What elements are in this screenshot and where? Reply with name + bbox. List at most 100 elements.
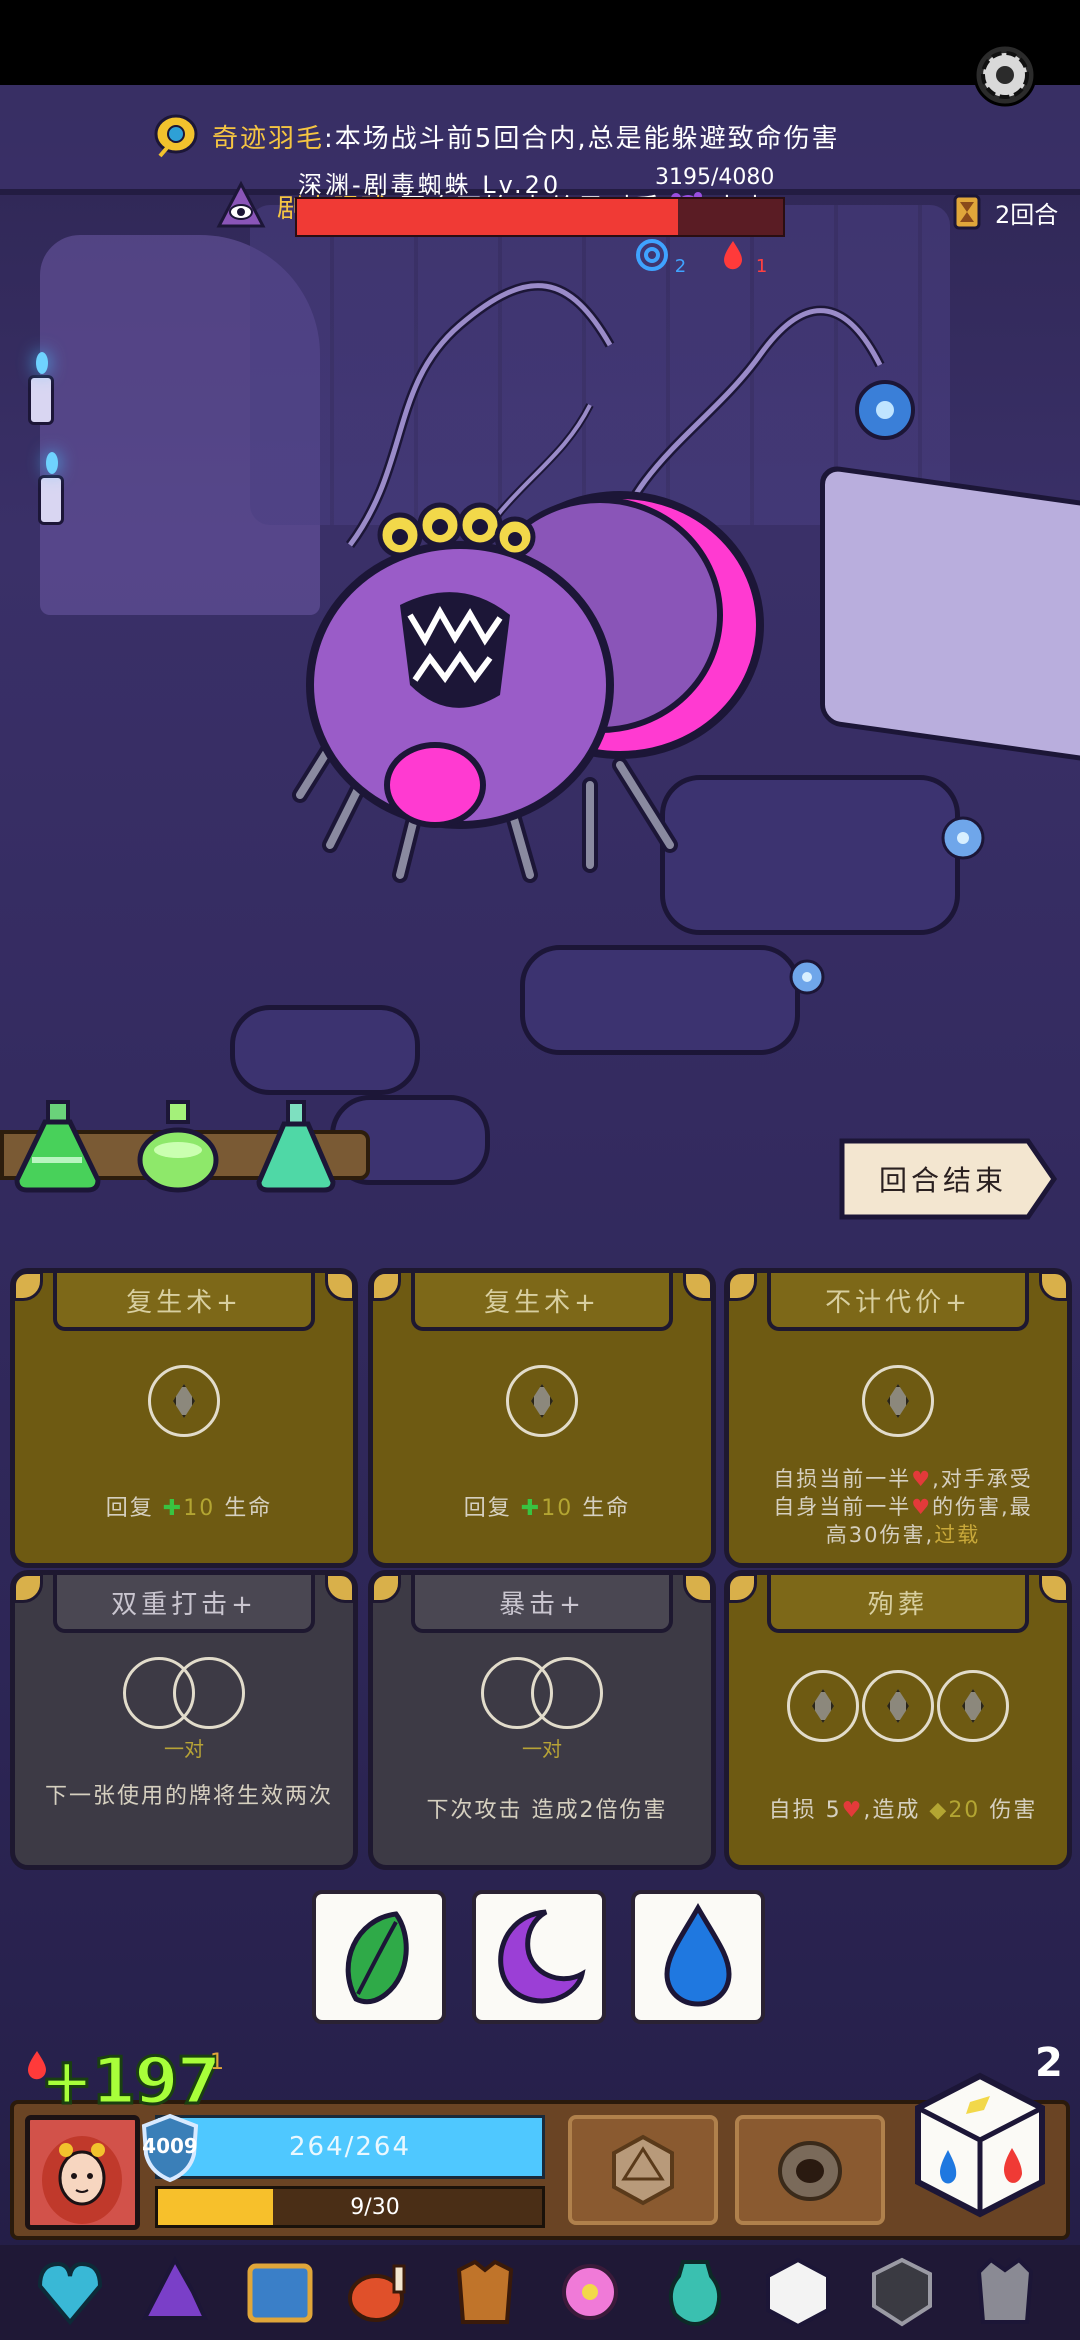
die-face-water[interactable] bbox=[631, 1890, 765, 2024]
heart-icon: ♥ bbox=[911, 1467, 933, 1491]
card-regardless-of-cost[interactable]: 不计代价+ 自损当前一半♥,对手承受 自身当前一半♥的伤害,最 高30伤害,过载 bbox=[724, 1268, 1072, 1568]
leather-armor-icon[interactable] bbox=[445, 2252, 525, 2332]
green-potion-icon[interactable] bbox=[10, 1100, 105, 1195]
card-title: 复生术+ bbox=[411, 1273, 673, 1331]
floor-stone bbox=[520, 945, 800, 1055]
dice-slot[interactable] bbox=[862, 1365, 934, 1437]
end-turn-label[interactable]: 回合结束 bbox=[838, 1135, 1048, 1223]
green-flask-icon[interactable] bbox=[130, 1100, 225, 1195]
green-leaf-icon bbox=[345, 1911, 409, 2005]
dice-slot[interactable] bbox=[173, 1657, 245, 1729]
dice-slot[interactable] bbox=[937, 1670, 1009, 1742]
card-title: 复生术+ bbox=[53, 1273, 315, 1331]
enemy-hp-bar bbox=[295, 197, 785, 237]
dice-slot[interactable] bbox=[531, 1657, 603, 1729]
diamond-icon bbox=[962, 1689, 984, 1723]
card-description: 自损 5♥,造成 ◆20 伤害 bbox=[768, 1798, 1038, 1823]
card-title: 暴击+ bbox=[411, 1575, 673, 1633]
clay-pot-icon bbox=[778, 2141, 842, 2201]
card-description: 回复 ✚10 生命 bbox=[463, 1496, 631, 1521]
equipment-slot-dice[interactable] bbox=[568, 2115, 718, 2225]
card-description: 下次攻击 造成2倍伤害 bbox=[426, 1798, 668, 1823]
player-status-effects[interactable] bbox=[20, 2048, 54, 2082]
pair-requirement: 一对 bbox=[164, 1737, 204, 1761]
buff-description: :本场战斗前5回合内,总是能躲避致命伤害 bbox=[324, 123, 840, 154]
purple-moon-icon bbox=[498, 1909, 586, 2004]
diamond-icon bbox=[887, 1689, 909, 1723]
card-description: 自损当前一半♥,对手承受 自身当前一半♥的伤害,最 高30伤害,过载 bbox=[773, 1467, 1033, 1547]
white-die-icon[interactable] bbox=[758, 2252, 838, 2332]
card-revive-plus[interactable]: 复生术+ 回复 ✚10 生命 bbox=[368, 1268, 716, 1568]
blood-drop-icon bbox=[724, 241, 743, 270]
buff-name: 奇迹羽毛 bbox=[212, 123, 325, 154]
diamond-icon bbox=[887, 1384, 909, 1418]
card-corner bbox=[1039, 1271, 1069, 1301]
floor-stone bbox=[230, 1005, 420, 1095]
card-corner bbox=[727, 1271, 757, 1301]
diamond-icon bbox=[812, 1689, 834, 1723]
blood-drop-icon bbox=[28, 2051, 47, 2080]
diamond-icon bbox=[531, 1384, 553, 1418]
blue-flower bbox=[941, 816, 985, 860]
card-title: 殉葬 bbox=[767, 1575, 1029, 1633]
dice-slot[interactable] bbox=[862, 1670, 934, 1742]
card-revive-plus[interactable]: 复生术+ 回复 ✚10 生命 bbox=[10, 1268, 358, 1568]
roll-die-button[interactable] bbox=[910, 2070, 1050, 2220]
wizard-hat-icon[interactable] bbox=[135, 2252, 215, 2332]
dice-slot[interactable] bbox=[506, 1365, 578, 1437]
card-corner bbox=[683, 1573, 713, 1603]
peacock-feather-icon bbox=[154, 114, 198, 158]
system-status-bar bbox=[0, 0, 1080, 85]
player-xp-text: 9/30 bbox=[350, 2194, 400, 2220]
card-corner bbox=[13, 1573, 43, 1603]
card-corner bbox=[727, 1573, 757, 1603]
player-hp-text: 264/264 bbox=[288, 2132, 411, 2162]
equipment-slot-pot[interactable] bbox=[735, 2115, 885, 2225]
turn-label: 2回合 bbox=[995, 200, 1059, 229]
diamond-icon bbox=[173, 1384, 195, 1418]
enemy-status-red: 1 bbox=[716, 238, 767, 277]
enemy-hp-fill bbox=[297, 199, 678, 235]
card-title: 不计代价+ bbox=[767, 1273, 1029, 1331]
dark-shield-icon[interactable] bbox=[862, 2252, 942, 2332]
player-avatar[interactable] bbox=[25, 2115, 140, 2230]
dice-slot[interactable] bbox=[148, 1365, 220, 1437]
buff-miracle-feather[interactable]: 奇迹羽毛 :本场战斗前5回合内,总是能躲避致命伤害 bbox=[150, 110, 840, 162]
enemy-status-effects[interactable]: 2 1 bbox=[635, 238, 767, 277]
die-face-moon[interactable] bbox=[472, 1890, 606, 2024]
red-haired-hero-portrait bbox=[30, 2120, 135, 2225]
settings-gear-icon[interactable] bbox=[965, 35, 1045, 115]
candle bbox=[38, 452, 64, 525]
eye-pyramid-icon bbox=[216, 180, 266, 228]
map-scroll-icon[interactable] bbox=[240, 2252, 320, 2332]
enemy-name: 深渊-剧毒蜘蛛 Lv.20 bbox=[298, 171, 562, 199]
card-double-strike-plus[interactable]: 双重打击+ 一对 下一张使用的牌将生效两次 bbox=[10, 1570, 358, 1870]
card-martyrdom[interactable]: 殉葬 自损 5♥,造成 ◆20 伤害 bbox=[724, 1570, 1072, 1870]
plus-icon: ✚ bbox=[162, 1496, 184, 1521]
spiked-armor-icon[interactable] bbox=[965, 2252, 1045, 2332]
card-title: 双重打击+ bbox=[53, 1575, 315, 1633]
dice-slot[interactable] bbox=[787, 1670, 859, 1742]
card-description: 回复 ✚10 生命 bbox=[105, 1496, 273, 1521]
card-corner bbox=[371, 1271, 401, 1301]
card-corner bbox=[683, 1271, 713, 1301]
heal-popup: +197 bbox=[38, 2044, 222, 2121]
poison-spider-monster[interactable] bbox=[290, 465, 770, 885]
turn-counter: 2回合 bbox=[945, 190, 1058, 234]
teal-vase-icon[interactable] bbox=[655, 2252, 735, 2332]
diamond-small-icon: ◆ bbox=[929, 1798, 949, 1823]
water-drop-icon bbox=[664, 1903, 732, 2007]
player-shield-value: 4009 bbox=[142, 2134, 198, 2158]
hourglass-scroll-icon bbox=[953, 194, 981, 230]
plus-icon: ✚ bbox=[520, 1496, 542, 1521]
meat-leg-icon[interactable] bbox=[340, 2252, 420, 2332]
candle bbox=[28, 352, 54, 425]
teal-potion-icon[interactable] bbox=[248, 1100, 343, 1195]
crystal-heart-icon[interactable] bbox=[30, 2252, 110, 2332]
die-face-leaf[interactable] bbox=[312, 1890, 446, 2024]
card-critical-plus[interactable]: 暴击+ 一对 下次攻击 造成2倍伤害 bbox=[368, 1570, 716, 1870]
pair-requirement: 一对 bbox=[522, 1737, 562, 1761]
card-corner bbox=[1039, 1573, 1069, 1603]
d20-icon bbox=[612, 2134, 674, 2206]
lotus-flower-icon[interactable] bbox=[550, 2252, 630, 2332]
